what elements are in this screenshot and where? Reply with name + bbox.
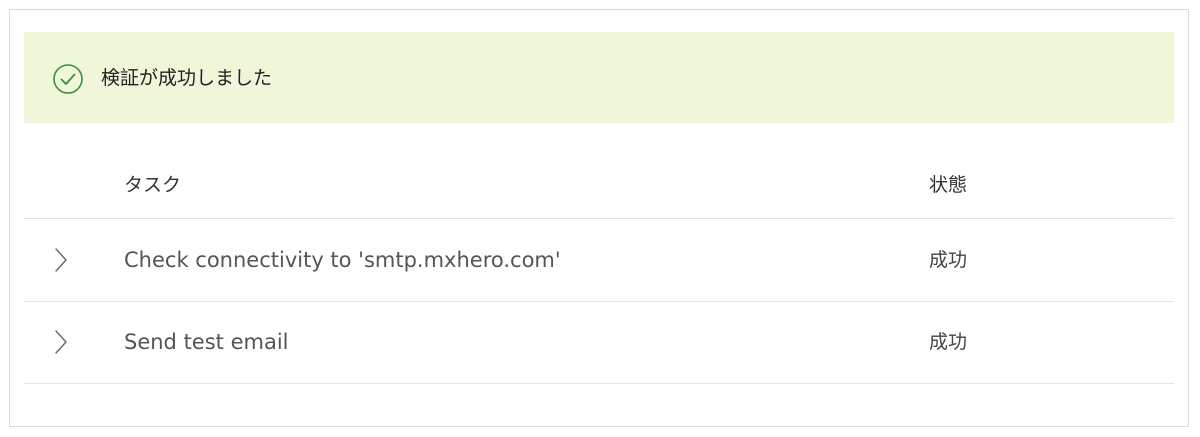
task-status: 成功: [929, 331, 968, 353]
task-status: 成功: [929, 249, 968, 271]
table-header: タスク 状態: [24, 150, 1174, 219]
task-name: Check connectivity to 'smtp.mxhero.com': [124, 248, 561, 272]
verification-panel: 検証が成功しました タスク 状態 Check connectivity to '…: [9, 9, 1189, 427]
success-message: 検証が成功しました: [101, 67, 273, 89]
table-row[interactable]: Send test email 成功: [24, 301, 1174, 384]
column-header-task: タスク: [124, 174, 182, 196]
task-name: Send test email: [124, 330, 289, 354]
check-circle-icon: [52, 63, 84, 95]
chevron-right-icon[interactable]: [52, 329, 70, 355]
table-row[interactable]: Check connectivity to 'smtp.mxhero.com' …: [24, 219, 1174, 302]
column-header-status: 状態: [929, 174, 968, 196]
chevron-right-icon[interactable]: [52, 247, 70, 273]
success-banner: 検証が成功しました: [24, 32, 1174, 123]
